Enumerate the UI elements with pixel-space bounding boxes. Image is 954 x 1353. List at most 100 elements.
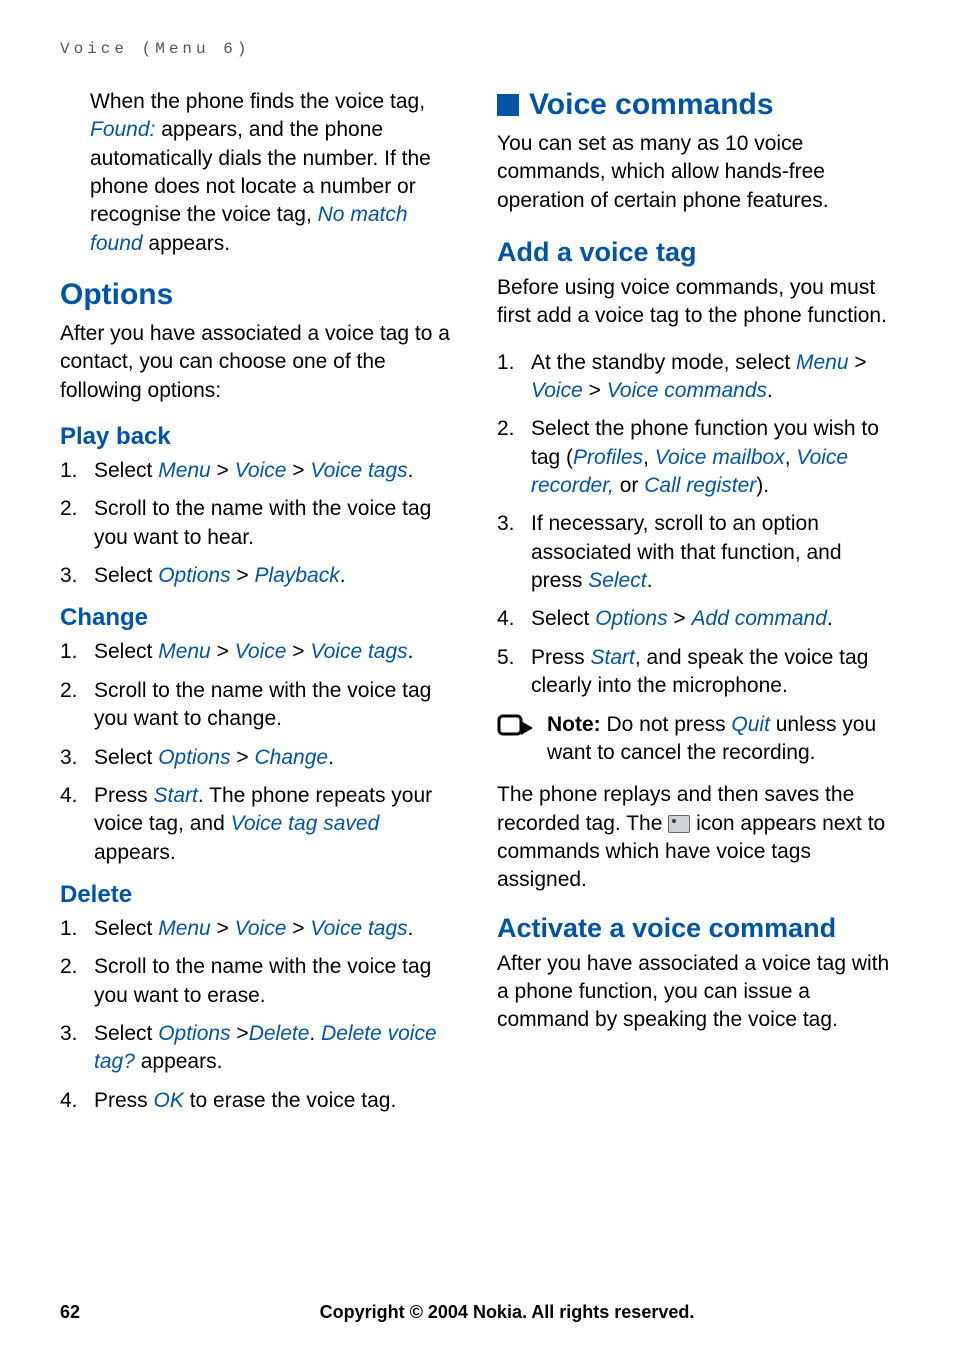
step-number: 5.: [497, 644, 521, 701]
sep: >: [583, 379, 607, 402]
saved-label: Voice tag saved: [231, 812, 380, 835]
step-number: 3.: [60, 744, 84, 772]
list-item: 1. Select Menu > Voice > Voice tags.: [60, 915, 457, 943]
quit-label: Quit: [731, 713, 770, 736]
txt: Do not press: [601, 713, 732, 736]
sep: or: [614, 474, 644, 497]
txt: Select: [94, 917, 158, 940]
menu-path: Menu: [158, 640, 211, 663]
list-item: 2. Scroll to the name with the voice tag…: [60, 677, 457, 734]
step-text: Select Menu > Voice > Voice tags.: [94, 638, 414, 666]
found-label: Found:: [90, 118, 155, 141]
page-header: Voice (Menu 6): [60, 40, 894, 58]
list-item: 2. Select the phone function you wish to…: [497, 415, 894, 500]
call-register-label: Call register: [644, 474, 756, 497]
list-item: 3. If necessary, scroll to an option ass…: [497, 510, 894, 595]
change-heading: Change: [60, 604, 457, 632]
note-text: Note: Do not press Quit unless you want …: [547, 711, 894, 768]
step-text: Select Options > Add command.: [531, 605, 833, 633]
list-item: 1. Select Menu > Voice > Voice tags.: [60, 638, 457, 666]
txt: Press: [94, 1089, 154, 1112]
txt: At the standby mode, select: [531, 351, 796, 374]
txt: .: [309, 1022, 321, 1045]
menu-path: Options: [158, 564, 230, 587]
list-item: 4. Press OK to erase the voice tag.: [60, 1087, 457, 1115]
sep: >: [211, 640, 235, 663]
menu-path: Menu: [158, 917, 211, 940]
txt: to erase the voice tag.: [184, 1089, 396, 1112]
menu-path: Voice commands: [607, 379, 767, 402]
menu-path: Change: [255, 746, 329, 769]
add-voice-tag-paragraph: Before using voice commands, you must fi…: [497, 274, 894, 331]
step-text: Select Menu > Voice > Voice tags.: [94, 915, 414, 943]
step-number: 2.: [60, 953, 84, 1010]
profiles-label: Profiles: [573, 446, 643, 469]
change-steps: 1. Select Menu > Voice > Voice tags. 2. …: [60, 638, 457, 866]
left-column: When the phone finds the voice tag, Foun…: [60, 88, 457, 1125]
step-text: Select Options > Playback.: [94, 562, 346, 590]
dot: .: [340, 564, 346, 587]
sep: >: [286, 459, 310, 482]
step-text: Press Start, and speak the voice tag cle…: [531, 644, 894, 701]
sep: >: [231, 564, 255, 587]
step-text: Scroll to the name with the voice tag yo…: [94, 953, 457, 1010]
sep: >: [231, 1022, 249, 1045]
intro-paragraph: When the phone finds the voice tag, Foun…: [60, 88, 457, 258]
step-number: 1.: [60, 638, 84, 666]
voice-mailbox-label: Voice mailbox: [655, 446, 785, 469]
note-block: Note: Do not press Quit unless you want …: [497, 711, 894, 768]
txt: appears.: [94, 841, 176, 864]
list-item: 4. Press Start. The phone repeats your v…: [60, 782, 457, 867]
step-number: 4.: [60, 1087, 84, 1115]
dot: .: [647, 569, 653, 592]
step-text: If necessary, scroll to an option associ…: [531, 510, 894, 595]
list-item: 2. Scroll to the name with the voice tag…: [60, 495, 457, 552]
txt: ).: [756, 474, 769, 497]
right-column: Voice commands You can set as many as 10…: [497, 88, 894, 1125]
options-heading: Options: [60, 278, 457, 312]
sep: >: [211, 459, 235, 482]
sep: >: [211, 917, 235, 940]
sep: >: [286, 917, 310, 940]
start-label: Start: [591, 646, 635, 669]
menu-path: Menu: [796, 351, 849, 374]
activate-heading: Activate a voice command: [497, 913, 894, 944]
list-item: 5. Press Start, and speak the voice tag …: [497, 644, 894, 701]
dot: .: [767, 379, 773, 402]
dot: .: [408, 917, 414, 940]
txt: Select: [94, 459, 158, 482]
step-text: Select Options >Delete. Delete voice tag…: [94, 1020, 457, 1077]
section-square-icon: [497, 94, 519, 116]
delete-steps: 1. Select Menu > Voice > Voice tags. 2. …: [60, 915, 457, 1115]
step-text: Scroll to the name with the voice tag yo…: [94, 677, 457, 734]
delete-label: Delete: [249, 1022, 310, 1045]
list-item: 2. Scroll to the name with the voice tag…: [60, 953, 457, 1010]
start-label: Start: [154, 784, 198, 807]
page-footer: 62 Copyright © 2004 Nokia. All rights re…: [60, 1302, 894, 1323]
delete-heading: Delete: [60, 881, 457, 909]
txt: Select: [94, 640, 158, 663]
list-item: 1. Select Menu > Voice > Voice tags.: [60, 457, 457, 485]
voice-commands-title: Voice commands: [529, 88, 774, 122]
step-number: 3.: [60, 1020, 84, 1077]
ok-label: OK: [154, 1089, 184, 1112]
dot: .: [328, 746, 334, 769]
txt: Select: [531, 607, 595, 630]
dot: .: [408, 459, 414, 482]
step-text: Select the phone function you wish to ta…: [531, 415, 894, 500]
select-label: Select: [588, 569, 646, 592]
txt: appears.: [135, 1050, 223, 1073]
menu-path: Voice tags: [310, 640, 407, 663]
replay-paragraph: The phone replays and then saves the rec…: [497, 781, 894, 894]
sep: ,: [785, 446, 797, 469]
voice-commands-heading: Voice commands: [497, 88, 894, 122]
menu-path: Voice: [531, 379, 583, 402]
txt: Press: [94, 784, 154, 807]
menu-path: Options: [158, 746, 230, 769]
step-number: 1.: [60, 915, 84, 943]
step-number: 4.: [497, 605, 521, 633]
step-number: 1.: [497, 349, 521, 406]
options-paragraph: After you have associated a voice tag to…: [60, 320, 457, 405]
step-number: 2.: [60, 677, 84, 734]
sep: >: [231, 746, 255, 769]
